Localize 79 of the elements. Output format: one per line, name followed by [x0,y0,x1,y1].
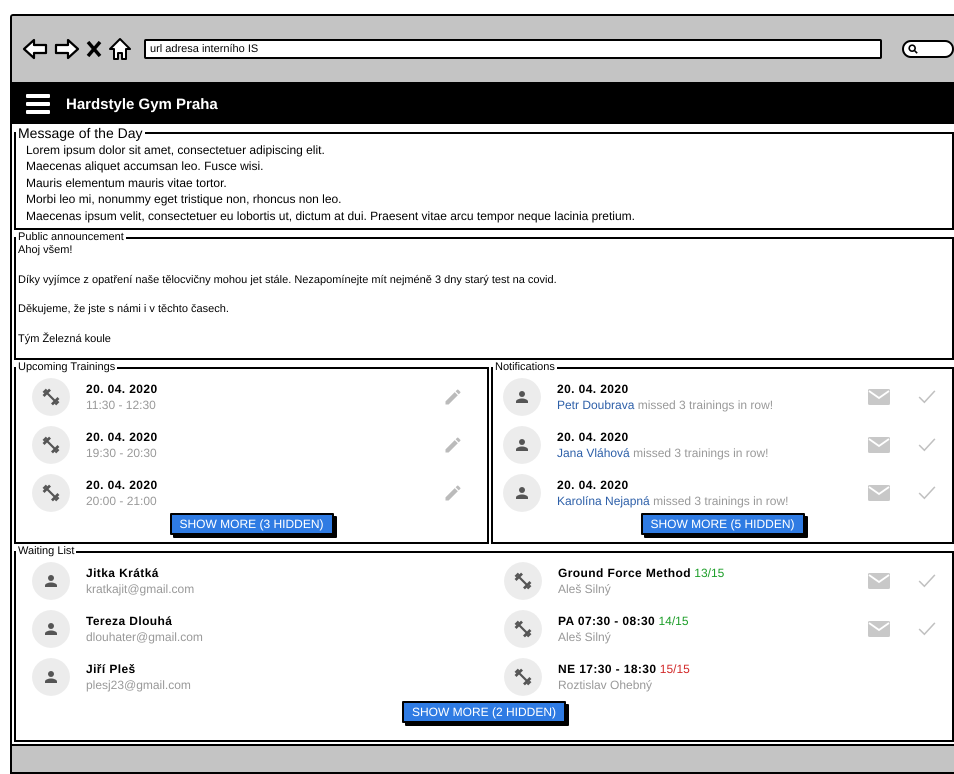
search-field[interactable] [902,40,954,58]
pencil-icon[interactable] [443,435,463,455]
notification-text: Jana Vláhová missed 3 trainings in row! [557,445,770,461]
check-icon[interactable] [918,574,936,588]
pencil-icon[interactable] [443,483,463,503]
person-icon [42,620,60,638]
forward-arrow-icon[interactable] [54,38,80,60]
trainer-name: Aleš Silný [558,581,612,597]
search-icon [908,44,918,54]
app-title: Hardstyle Gym Praha [66,96,218,112]
home-icon[interactable] [108,37,132,61]
person-link[interactable]: Karolína Nejapná [557,494,650,508]
pencil-icon[interactable] [443,387,463,407]
training-title: Ground Force Method [558,566,691,580]
training-date: 20. 04. 2020 [86,382,158,396]
dumbbell-icon [512,666,534,688]
show-more-button[interactable]: SHOW MORE (2 HIDDEN) [402,701,566,723]
check-icon[interactable] [918,438,936,452]
notification-text: Petr Doubrava missed 3 trainings in row! [557,397,774,413]
dumbbell-icon [40,434,62,456]
dumbbell-icon [512,570,534,592]
member-email: dlouhater@gmail.com [86,629,204,645]
envelope-icon[interactable] [868,389,890,405]
capacity-count: 13/15 [694,566,724,580]
person-icon [513,484,531,502]
person-icon [42,572,60,590]
member-name: Jiří Pleš [86,662,136,676]
capacity-count: 15/15 [660,662,690,676]
announcement-text: Tým Železná koule [18,332,112,346]
training-time: 20:00 - 21:00 [86,493,158,509]
announcement-text: Ahoj všem! [18,243,74,258]
person-icon [513,388,531,406]
envelope-icon[interactable] [868,573,890,589]
check-icon[interactable] [918,486,936,500]
person-icon [42,668,60,686]
dumbbell-icon [40,386,62,408]
training-date: 20. 04. 2020 [86,430,158,444]
member-email: kratkajit@gmail.com [86,581,196,597]
panel-title: Upcoming Trainings [17,362,116,373]
message-line: Maecenas ipsum velit, consectetuer eu lobortis ut, dictum at dui. Praesent vitae arcu tempor neque lacinia pretium. [26,208,636,224]
announcement-text: Děkujeme, že jste s námi i v těchto časech. [18,302,230,317]
url-field[interactable]: url adresa interního IS [144,39,882,59]
person-link[interactable]: Petr Doubrava [557,398,634,412]
training-time: 19:30 - 20:30 [86,445,158,461]
envelope-icon[interactable] [868,621,890,637]
check-icon[interactable] [918,390,936,404]
member-name: Tereza Dlouhá [86,614,172,628]
training-time: 11:30 - 12:30 [86,397,157,413]
announcement-text: Díky vyjímce z opatření naše tělocvičny mohou jet stále. Nezapomínejte mít nejméně 3 dny starý test na covid. [18,272,558,288]
notification-date: 20. 04. 2020 [557,430,629,444]
notification-date: 20. 04. 2020 [557,382,629,396]
close-icon[interactable] [86,40,102,58]
person-link[interactable]: Jana Vláhová [557,446,630,460]
panel-title: Waiting List [17,546,76,557]
trainer-name: Roztislav Ohebný [558,677,654,693]
menu-icon[interactable] [26,93,50,115]
notification-date: 20. 04. 2020 [557,478,629,492]
panel-title: Notifications [494,362,556,373]
back-arrow-icon[interactable] [22,38,48,60]
message-line: Morbi leo mi, nonummy eget tristique non, rhoncus non leo. [26,191,342,208]
member-name: Jitka Krátká [86,566,159,580]
capacity-count: 14/15 [658,614,688,628]
check-icon[interactable] [918,622,936,636]
dumbbell-icon [40,482,62,504]
dumbbell-icon [512,618,534,640]
training-title: PA 07:30 - 08:30 [558,614,656,628]
panel-title: Public announcement [17,232,125,243]
message-line: Mauris elementum mauris vitae tortor. [26,174,228,192]
message-line: Maecenas aliquet accumsan leo. Fusce wisi. [26,158,264,175]
person-icon [513,436,531,454]
training-title: NE 17:30 - 18:30 [558,662,656,676]
envelope-icon[interactable] [868,437,890,453]
panel-title: Message of the Day [17,126,144,140]
message-line: Lorem ipsum dolor sit amet, consectetuer adipiscing elit. [26,142,326,158]
training-date: 20. 04. 2020 [86,478,158,492]
member-email: plesj23@gmail.com [86,677,192,693]
envelope-icon[interactable] [868,485,890,501]
trainer-name: Aleš Silný [558,629,612,645]
notification-text: Karolína Nejapná missed 3 trainings in row! [557,493,790,509]
